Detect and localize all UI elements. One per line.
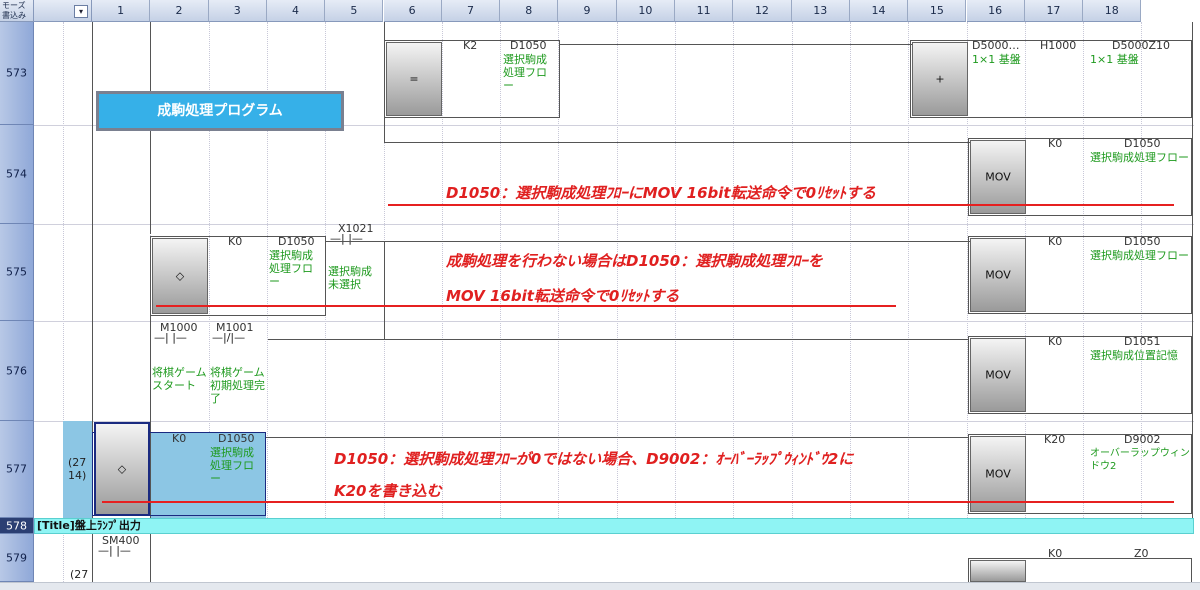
row-divider (34, 321, 1194, 322)
column-header-2[interactable]: 2 (150, 0, 209, 22)
column-gridline (849, 22, 851, 518)
wire (266, 437, 968, 438)
operand-k20: K20 (1044, 433, 1066, 446)
horizontal-scrollbar[interactable] (0, 582, 1200, 590)
row-divider (34, 224, 1194, 225)
right-power-rail (1192, 22, 1193, 518)
contact-sm400[interactable]: —| |— (98, 544, 131, 557)
column-header-10[interactable]: 10 (616, 0, 675, 22)
inner-rail-3 (150, 534, 151, 582)
filter-dropdown-icon[interactable]: ▾ (74, 5, 88, 18)
step-number: (2714) (68, 456, 87, 482)
operand-d1051: D1051 (1124, 335, 1161, 348)
wire (384, 142, 970, 143)
column-header-16[interactable]: 16 (966, 0, 1025, 22)
operand-k2: K2 (463, 39, 478, 52)
column-header-6[interactable]: 6 (383, 0, 442, 22)
row-header-579[interactable]: 579 (0, 534, 34, 582)
column-header-12[interactable]: 12 (733, 0, 792, 22)
wire (268, 339, 968, 340)
statement-title-bar[interactable]: [Title]盤上ﾗﾝﾌﾟ出力 (34, 518, 1194, 534)
comment-x1021: 選択駒成未選択 (328, 265, 372, 291)
step-number: (27 (70, 568, 89, 581)
annotation-underline (156, 305, 896, 307)
operand-k0: K0 (1048, 235, 1063, 248)
row-divider (34, 421, 1194, 422)
comment-d1050: 選択駒成処理フロー (503, 53, 547, 92)
row-header-576[interactable]: 576 (0, 321, 34, 421)
operand-d1050: D1050 (510, 39, 547, 52)
operand-k0: K0 (1048, 335, 1063, 348)
contact-x1021[interactable]: —| |— (330, 232, 363, 245)
column-header-18[interactable]: 18 (1083, 0, 1142, 22)
comment-d9002: オーバーラップウィンドウ2 (1090, 448, 1190, 472)
mov-operator[interactable]: MOV (970, 338, 1026, 412)
operand-d1050: D1050 (1124, 235, 1161, 248)
column-header-1[interactable]: 1 (92, 0, 151, 22)
comment-m1001: 将棋ゲーム初期処理完了 (210, 366, 265, 405)
annotation-575-line1: 成駒処理を行わない場合はD1050：選択駒成処理ﾌﾛｰを (446, 252, 823, 270)
row-header-575[interactable]: 575 (0, 224, 34, 321)
comment-d1050: 選択駒成処理フロー (1090, 151, 1189, 164)
comment-d5000: 1×1 基盤 (972, 53, 1021, 66)
compare-operator[interactable]: ◇ (152, 238, 208, 314)
column-header-11[interactable]: 11 (675, 0, 734, 22)
annotation-underline (102, 501, 1174, 503)
column-header-8[interactable]: 8 (500, 0, 559, 22)
add-operator[interactable]: + (912, 42, 968, 116)
wire (560, 44, 912, 45)
operand-d1050: D1050 (218, 432, 255, 445)
column-header-3[interactable]: 3 (208, 0, 267, 22)
branch-rail (384, 241, 385, 339)
operand-d5000z10: D5000Z10 (1112, 39, 1170, 52)
column-header-9[interactable]: 9 (558, 0, 617, 22)
column-header-15[interactable]: 15 (908, 0, 967, 22)
compare-operator[interactable]: = (386, 42, 442, 116)
comment-d1051: 選択駒成位置記憶 (1090, 349, 1178, 362)
column-header-13[interactable]: 13 (791, 0, 850, 22)
annotation-574: D1050：選択駒成処理ﾌﾛｰにMOV 16bit転送命令で0ﾘｾｯﾄする (446, 184, 877, 202)
mov-operator[interactable]: MOV (970, 238, 1026, 312)
column-header-4[interactable]: 4 (266, 0, 326, 22)
program-title-box[interactable]: 成駒処理プログラム (96, 91, 344, 131)
wire (326, 241, 970, 242)
comment-d1050: 選択駒成処理フロー (1090, 249, 1189, 262)
comment-d1050: 選択駒成処理フロー (269, 249, 313, 288)
corner-header: モーズ書込み (0, 0, 34, 22)
annotation-577-line1: D1050：選択駒成処理ﾌﾛｰが0ではない場合、D9002：ｵｰﾊﾞｰﾗｯﾌﾟｳ… (334, 450, 854, 468)
column-header-14[interactable]: 14 (849, 0, 909, 22)
annotation-underline (388, 204, 1174, 206)
column-header-5[interactable]: 5 (325, 0, 384, 22)
operand-d5000: D5000… (972, 39, 1020, 52)
operand-d9002: D9002 (1124, 433, 1161, 446)
annotation-577-line2: K20を書き込む (334, 482, 442, 500)
operand-d1050: D1050 (278, 235, 315, 248)
operand-k0: K0 (228, 235, 243, 248)
operand-d1050: D1050 (1124, 137, 1161, 150)
operand-k0: K0 (1048, 137, 1063, 150)
comment-d5000z10: 1×1 基盤 (1090, 53, 1139, 66)
comment-m1000: 将棋ゲームスタート (152, 366, 207, 392)
column-header-17[interactable]: 17 (1024, 0, 1084, 22)
column-header-7[interactable]: 7 (441, 0, 501, 22)
row-header-577[interactable]: 577 (0, 421, 34, 518)
operand-h1000: H1000 (1040, 39, 1077, 52)
annotation-575-line2: MOV 16bit転送命令で0ﾘｾｯﾄする (446, 287, 680, 305)
mov-operator[interactable]: MOV (970, 140, 1026, 214)
contact-m1001-nc[interactable]: —|/|— (212, 331, 245, 344)
mov-operator[interactable] (970, 560, 1026, 582)
contact-m1000[interactable]: —| |— (154, 331, 187, 344)
operand-k0: K0 (172, 432, 187, 445)
row-header-578[interactable]: 578 (0, 518, 34, 534)
row-header-574[interactable]: 574 (0, 125, 34, 224)
comment-d1050: 選択駒成処理フロー (210, 446, 254, 485)
row-header-573[interactable]: 573 (0, 22, 34, 125)
